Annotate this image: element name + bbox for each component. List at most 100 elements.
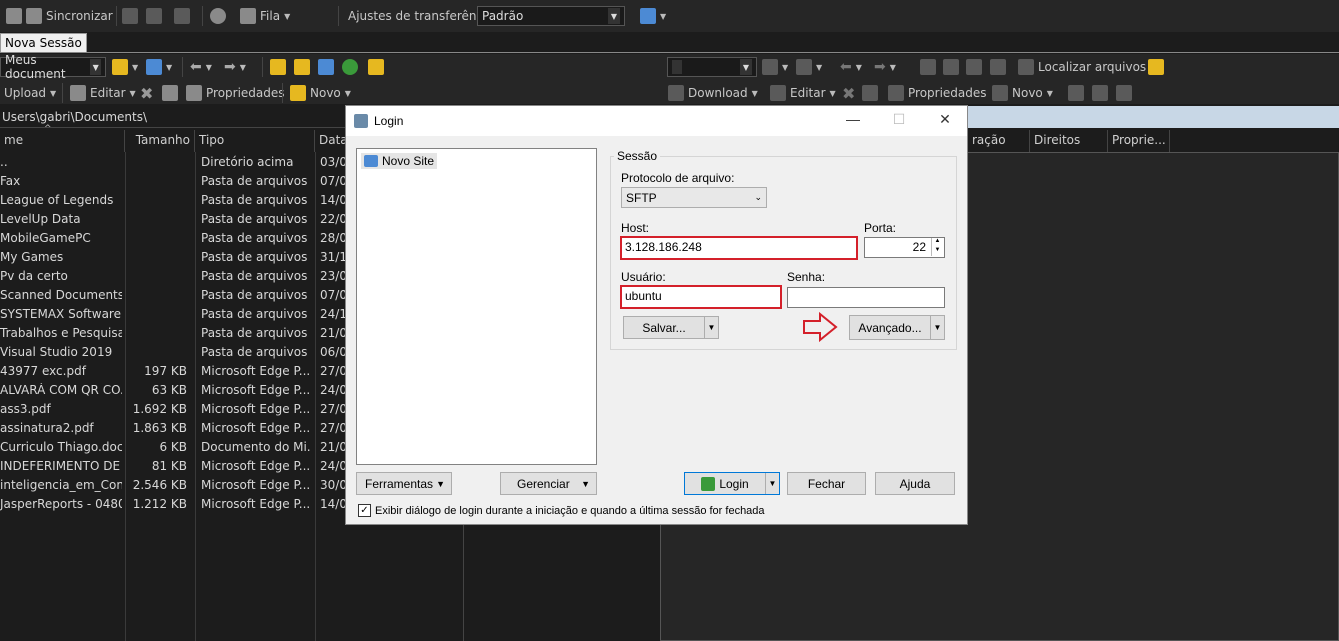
remote-folder-select[interactable]: ▼ — [667, 57, 757, 77]
file-row[interactable]: Trabalhos e Pesquisas Pasta de arquivos 21… — [0, 324, 346, 343]
upload-button[interactable]: Upload ▼ — [4, 82, 56, 104]
file-row[interactable]: .. Diretório acima 03/0 — [0, 153, 346, 172]
refresh-button[interactable] — [342, 56, 358, 78]
column-header-owner[interactable]: Proprie... — [1108, 130, 1170, 152]
protocol-select[interactable]: SFTP ⌄ — [621, 187, 767, 208]
file-row[interactable]: ass3.pdf 1.692 KB Microsoft Edge P... 27/0 — [0, 400, 346, 419]
file-row[interactable]: Pv da certo Pasta de arquivos 23/0 — [0, 267, 346, 286]
port-up-button[interactable]: ▲ — [931, 238, 943, 247]
delete-button[interactable]: ✖ — [140, 82, 153, 104]
properties-button[interactable]: Propriedades — [186, 82, 285, 104]
file-row[interactable]: JasperReports - 04802... 1.212 KB Microsof… — [0, 495, 346, 514]
save-button[interactable]: Salvar... ▼ — [623, 316, 719, 339]
file-row[interactable]: LevelUp Data Pasta de arquivos 22/0 — [0, 210, 346, 229]
remove-button[interactable] — [1092, 82, 1108, 104]
remote-edit-button[interactable]: Editar ▼ — [770, 82, 836, 104]
file-row[interactable]: Scanned Documents Pasta de arquivos 07/0 — [0, 286, 346, 305]
site-tree[interactable]: Novo Site — [356, 148, 597, 465]
file-row[interactable]: assinatura2.pdf 1.863 KB Microsoft Edge P.… — [0, 419, 346, 438]
preferences-button[interactable] — [210, 5, 226, 27]
home-button[interactable] — [318, 56, 334, 78]
advanced-button[interactable]: Avançado... ▼ — [849, 315, 945, 340]
sync-button[interactable]: Sincronizar — [6, 5, 113, 27]
remote-bookmark-button[interactable] — [1148, 56, 1164, 78]
host-input[interactable]: 3.128.186.248 — [620, 236, 858, 260]
file-row[interactable]: INDEFERIMENTO DE ... 81 KB Microsoft Edge … — [0, 457, 346, 476]
remote-back-button[interactable]: ⬅ ▼ — [840, 56, 862, 78]
remote-delete-button[interactable]: ✖ — [842, 82, 855, 104]
new-button[interactable]: Novo ▼ — [290, 82, 351, 104]
back-button[interactable]: ⬅ ▼ — [190, 56, 212, 78]
column-header-owner-partial[interactable]: ração — [968, 130, 1030, 152]
file-row[interactable]: inteligencia_em_Con... 2.546 KB Microsoft … — [0, 476, 346, 495]
filter-button[interactable]: ▼ — [146, 56, 172, 78]
local-folder-select[interactable]: Meus document ▼ — [0, 53, 106, 81]
show-login-checkbox[interactable]: ✓ Exibir diálogo de login durante a inic… — [358, 504, 765, 517]
column-header-name[interactable]: me ^ — [0, 124, 125, 152]
parent-dir-button[interactable] — [270, 56, 286, 78]
tools-button[interactable]: Ferramentas ▼ — [356, 472, 452, 495]
minimize-button[interactable]: — — [838, 111, 868, 131]
user-label: Usuário: — [621, 270, 666, 284]
edit-button[interactable]: Editar ▼ — [70, 82, 136, 104]
file-row[interactable]: ALVARÁ COM QR CO... 63 KB Microsoft Edge P… — [0, 381, 346, 400]
remote-rename-button[interactable] — [862, 82, 878, 104]
column-header-type[interactable]: Tipo — [195, 130, 315, 152]
file-row[interactable]: Curriculo Thiago.docx 6 KB Documento do Mi… — [0, 438, 346, 457]
close-dialog-button[interactable]: Fechar — [787, 472, 866, 495]
remote-open-folder-button[interactable]: ▼ — [762, 56, 788, 78]
file-row[interactable]: MobileGamePC Pasta de arquivos 28/0 — [0, 229, 346, 248]
file-row[interactable]: 43977 exc.pdf 197 KB Microsoft Edge P... 27… — [0, 362, 346, 381]
file-row[interactable]: SYSTEMAX Software ... Pasta de arquivos 24… — [0, 305, 346, 324]
remote-properties-button[interactable]: Propriedades — [888, 82, 987, 104]
remote-forward-button[interactable]: ➡ ▼ — [874, 56, 896, 78]
column-header-rights[interactable]: Direitos — [1030, 130, 1108, 152]
add-button[interactable] — [1068, 82, 1084, 104]
rename-button[interactable] — [162, 82, 178, 104]
chevron-down-icon: ▼ — [889, 62, 896, 72]
transfer-preset-select[interactable]: Padrão ▼ — [477, 6, 625, 26]
sync-dirs-button[interactable] — [146, 5, 162, 27]
remote-new-button[interactable]: Novo ▼ — [992, 82, 1053, 104]
file-row[interactable]: Fax Pasta de arquivos 07/0 — [0, 172, 346, 191]
file-row[interactable]: League of Legends Pasta de arquivos 14/0 — [0, 191, 346, 210]
find-files-button[interactable]: Localizar arquivos — [1018, 56, 1146, 78]
transfer-preset-config-button[interactable]: ▼ — [640, 5, 666, 27]
bookmark-button[interactable] — [368, 56, 384, 78]
file-size: 1.212 KB — [132, 497, 187, 511]
file-row[interactable]: Visual Studio 2019 Pasta de arquivos 06/0 — [0, 343, 346, 362]
close-button[interactable]: ✕ — [930, 111, 960, 131]
password-input[interactable] — [787, 287, 945, 308]
help-button[interactable]: Ajuda — [875, 472, 955, 495]
user-input[interactable]: ubuntu — [620, 285, 782, 309]
login-button[interactable]: Login ▼ — [684, 472, 780, 495]
column-header-date[interactable]: Data — [315, 130, 348, 152]
edit-icon — [70, 85, 86, 101]
compare-button[interactable] — [122, 5, 138, 27]
terminal-button[interactable] — [174, 5, 190, 27]
site-item-new[interactable]: Novo Site — [361, 153, 438, 169]
remote-refresh-button[interactable] — [990, 56, 1006, 78]
remote-parent-dir-button[interactable] — [920, 56, 936, 78]
remote-filter-button[interactable]: ▼ — [796, 56, 822, 78]
terminal-icon — [174, 8, 190, 24]
chevron-down-icon: ▼ — [129, 88, 136, 98]
password-label: Senha: — [787, 270, 826, 284]
queue-button[interactable]: Fila ▼ — [240, 5, 290, 27]
find-icon — [1018, 59, 1034, 75]
root-dir-button[interactable] — [294, 56, 310, 78]
forward-button[interactable]: ➡ ▼ — [224, 56, 246, 78]
file-name: JasperReports - 04802... — [0, 497, 122, 511]
remote-filter2-button[interactable] — [1116, 82, 1132, 104]
remote-edit-label: Editar — [790, 86, 826, 100]
file-row[interactable]: My Games Pasta de arquivos 31/1 — [0, 248, 346, 267]
manage-button[interactable]: Gerenciar ▼ — [500, 472, 597, 495]
tab-new-session[interactable]: Nova Sessão — [0, 33, 87, 53]
download-button[interactable]: Download ▼ — [668, 82, 758, 104]
remote-home-button[interactable] — [966, 56, 982, 78]
maximize-button[interactable]: ☐ — [884, 111, 914, 131]
remote-root-dir-button[interactable] — [943, 56, 959, 78]
port-down-button[interactable]: ▼ — [931, 247, 943, 256]
column-header-size[interactable]: Tamanho — [125, 130, 195, 152]
open-folder-button[interactable]: ▼ — [112, 56, 138, 78]
